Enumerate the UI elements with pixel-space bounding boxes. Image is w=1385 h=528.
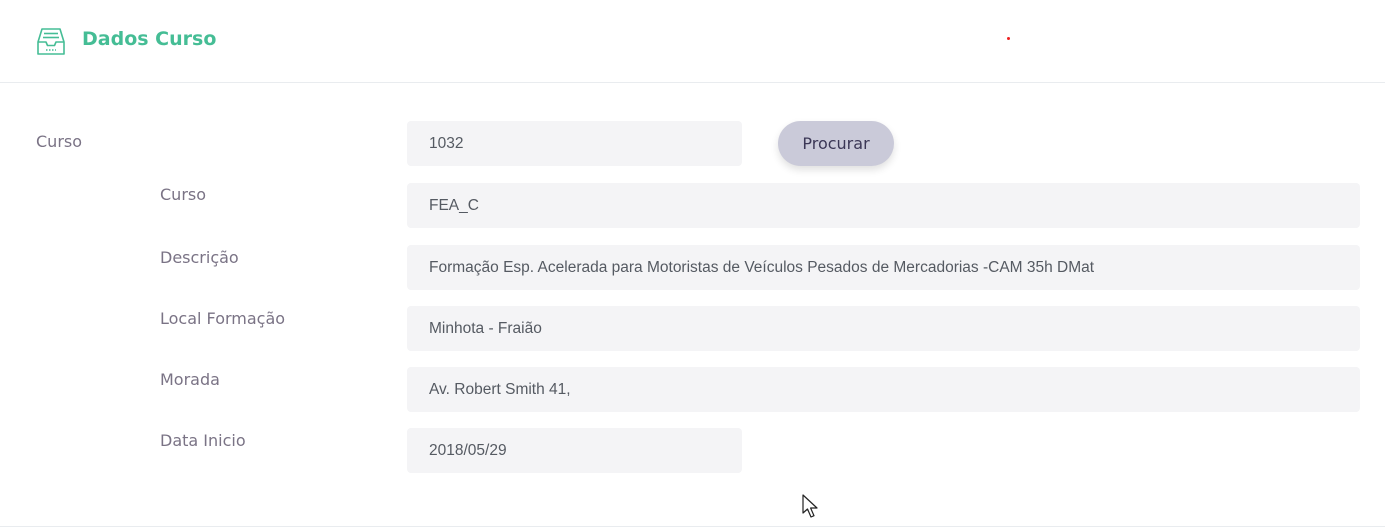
local-formacao-field[interactable]: Minhota - Fraião bbox=[407, 306, 1360, 351]
inbox-tray-icon bbox=[35, 25, 67, 57]
mouse-pointer-icon bbox=[802, 494, 820, 520]
course-code-input[interactable]: 1032 bbox=[407, 121, 742, 166]
field-label-local-formacao: Local Formação bbox=[160, 309, 286, 328]
notification-dot bbox=[1007, 37, 1010, 40]
morada-field[interactable]: Av. Robert Smith 41, bbox=[407, 367, 1360, 412]
data-inicio-field[interactable]: 2018/05/29 bbox=[407, 428, 742, 473]
field-label-curso: Curso bbox=[160, 185, 207, 204]
field-label-data-inicio: Data Inicio bbox=[160, 431, 246, 450]
divider bbox=[0, 526, 1385, 527]
descricao-field[interactable]: Formação Esp. Acelerada para Motoristas … bbox=[407, 245, 1360, 290]
field-label-morada: Morada bbox=[160, 370, 220, 389]
field-label-descricao: Descrição bbox=[160, 248, 239, 267]
curso-field[interactable]: FEA_C bbox=[407, 183, 1360, 228]
search-button[interactable]: Procurar bbox=[778, 121, 894, 166]
page-title: Dados Curso bbox=[82, 28, 217, 50]
panel-header: Dados Curso bbox=[0, 0, 1385, 83]
section-label-curso: Curso bbox=[36, 132, 83, 151]
